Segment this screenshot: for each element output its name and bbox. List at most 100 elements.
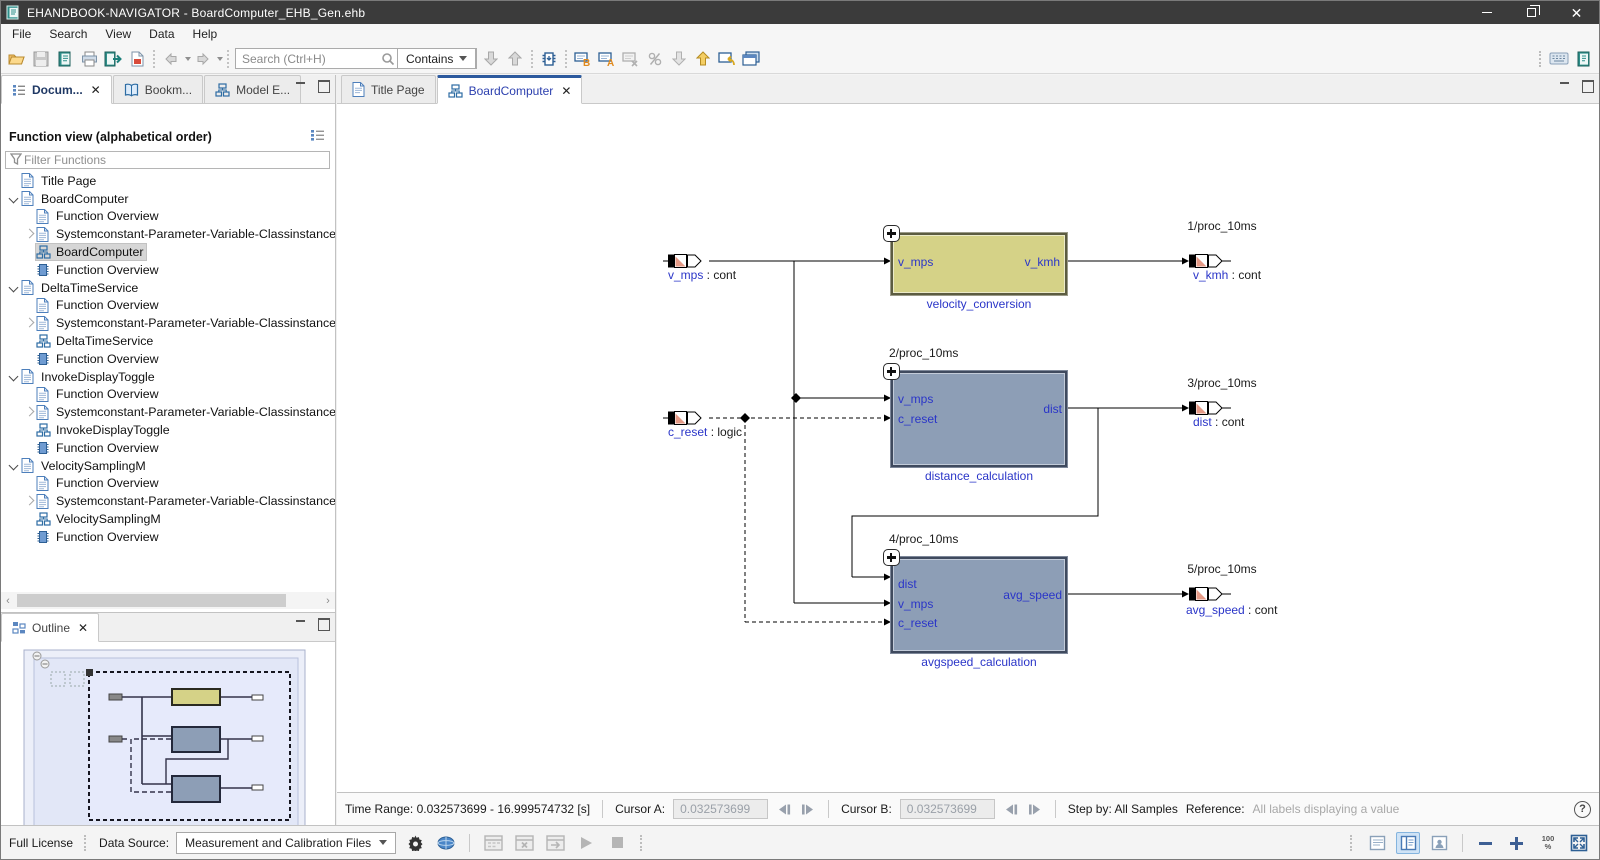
- display-labels-b-button[interactable]: B: [571, 47, 595, 71]
- close-icon[interactable]: ✕: [91, 83, 101, 97]
- menu-search[interactable]: Search: [40, 25, 96, 43]
- outline-minimize-button[interactable]: [295, 618, 307, 629]
- data-source-dropdown[interactable]: Measurement and Calibration Files: [176, 832, 396, 854]
- filter-functions-input[interactable]: [22, 152, 329, 168]
- tree-item[interactable]: InvokeDisplayToggle: [1, 421, 335, 439]
- tree-item[interactable]: DeltaTimeService: [1, 279, 335, 297]
- help-icon[interactable]: [1574, 801, 1591, 818]
- cursor-a-step-forward-button[interactable]: [800, 803, 816, 816]
- search-previous-button[interactable]: [503, 47, 527, 71]
- tree-item[interactable]: Systemconstant-Parameter-Variable-Classi…: [1, 492, 335, 510]
- export-pdf-button[interactable]: [125, 47, 149, 71]
- zoom-in-button[interactable]: [1505, 831, 1529, 855]
- tree-item[interactable]: BoardComputer: [1, 190, 335, 208]
- editor-minimize-button[interactable]: [1559, 80, 1571, 91]
- minimize-button[interactable]: [1464, 1, 1509, 24]
- cursor-a-step-back-button[interactable]: [776, 803, 792, 816]
- contains-dropdown[interactable]: Contains: [398, 48, 476, 69]
- tree-item[interactable]: Systemconstant-Parameter-Variable-Classi…: [1, 314, 335, 332]
- tab-model-explorer[interactable]: Model E...: [204, 75, 301, 103]
- tree-chevron-right-icon[interactable]: [22, 227, 36, 241]
- tree-item[interactable]: InvokeDisplayToggle: [1, 368, 335, 386]
- menu-data[interactable]: Data: [140, 25, 183, 43]
- close-windows-button[interactable]: [512, 831, 536, 855]
- hide-labels-button[interactable]: [619, 47, 643, 71]
- tree-item[interactable]: Systemconstant-Parameter-Variable-Classi…: [1, 225, 335, 243]
- menu-help[interactable]: Help: [184, 25, 227, 43]
- restore-button[interactable]: [1509, 1, 1554, 24]
- close-button[interactable]: ✕: [1554, 1, 1599, 24]
- help-book-button[interactable]: [1571, 47, 1595, 71]
- book-view-button[interactable]: [1396, 832, 1420, 854]
- scroll-right-icon[interactable]: ›: [321, 595, 335, 607]
- keyboard-shortcuts-button[interactable]: [1547, 47, 1571, 71]
- open-ebook-button[interactable]: [53, 47, 77, 71]
- tree-item[interactable]: Function Overview: [1, 350, 335, 368]
- tree-horizontal-scrollbar[interactable]: ‹ ›: [1, 592, 335, 609]
- tree-item[interactable]: Function Overview: [1, 439, 335, 457]
- outline-maximize-button[interactable]: [317, 618, 329, 629]
- configure-window-button[interactable]: [543, 831, 567, 855]
- tab-outline[interactable]: Outline ✕: [1, 613, 99, 642]
- block-avgspeed-calculation[interactable]: dist v_mps c_reset avg_speed: [891, 557, 1067, 653]
- sink-label-v-kmh[interactable]: v_kmh : cont: [1193, 268, 1261, 282]
- window-overview-button[interactable]: [739, 47, 763, 71]
- outline-minimap[interactable]: [1, 642, 335, 825]
- step-into-button[interactable]: [667, 47, 691, 71]
- diagram-canvas[interactable]: v_mps : cont c_reset : logic 1/proc_10ms…: [337, 104, 1599, 792]
- forward-button[interactable]: [191, 47, 215, 71]
- open-file-button[interactable]: [5, 47, 29, 71]
- sink-label-dist[interactable]: dist : cont: [1193, 415, 1244, 429]
- panel-minimize-button[interactable]: [295, 80, 307, 91]
- sink-label-avg-speed[interactable]: avg_speed : cont: [1186, 603, 1277, 617]
- print-button[interactable]: [77, 47, 101, 71]
- block-caption-distance-calculation[interactable]: distance_calculation: [891, 469, 1067, 483]
- source-label-v-mps[interactable]: v_mps : cont: [668, 268, 736, 282]
- block-velocity-conversion[interactable]: v_mps v_kmh: [891, 233, 1067, 295]
- single-page-view-button[interactable]: [1365, 832, 1389, 854]
- display-labels-a-button[interactable]: A: [595, 47, 619, 71]
- menu-view[interactable]: View: [96, 25, 140, 43]
- tree-chevron-right-icon[interactable]: [22, 494, 36, 508]
- scroll-left-icon[interactable]: ‹: [1, 595, 15, 607]
- settings-button[interactable]: [403, 831, 427, 855]
- start-visualization-button[interactable]: [574, 831, 598, 855]
- cursor-b-input[interactable]: [900, 799, 995, 819]
- tree-chevron-right-icon[interactable]: [22, 405, 36, 419]
- tree-chevron-down-icon[interactable]: [7, 192, 21, 206]
- tab-bookmarks[interactable]: Bookm...: [113, 75, 203, 103]
- tree-item[interactable]: Title Page: [1, 172, 335, 190]
- tree-item[interactable]: Function Overview: [1, 261, 335, 279]
- tree-item[interactable]: Systemconstant-Parameter-Variable-Classi…: [1, 403, 335, 421]
- menu-file[interactable]: File: [3, 25, 40, 43]
- fit-to-screen-button[interactable]: [1567, 831, 1591, 855]
- tree-chevron-down-icon[interactable]: [7, 370, 21, 384]
- cursor-a-input[interactable]: [673, 799, 768, 819]
- block-caption-avgspeed-calculation[interactable]: avgspeed_calculation: [891, 655, 1067, 669]
- tab-documents[interactable]: Docum... ✕: [1, 75, 112, 104]
- save-button[interactable]: [29, 47, 53, 71]
- block-caption-velocity-conversion[interactable]: velocity_conversion: [891, 297, 1067, 311]
- block-distance-calculation[interactable]: v_mps c_reset dist: [891, 371, 1067, 467]
- tree-item[interactable]: Function Overview: [1, 297, 335, 315]
- expand-block-button[interactable]: [883, 363, 900, 380]
- label-values-button[interactable]: [643, 47, 667, 71]
- measure-window-button[interactable]: [481, 831, 505, 855]
- tab-boardcomputer[interactable]: BoardComputer ✕: [437, 75, 583, 104]
- source-label-c-reset[interactable]: c_reset : logic: [668, 425, 742, 439]
- step-out-button[interactable]: [691, 47, 715, 71]
- expand-block-button[interactable]: [883, 225, 900, 242]
- zoom-out-button[interactable]: [1474, 831, 1498, 855]
- scrollbar-thumb[interactable]: [17, 594, 286, 607]
- tree-item[interactable]: VelocitySamplingM: [1, 510, 335, 528]
- tree-chevron-down-icon[interactable]: [7, 281, 21, 295]
- search-icon[interactable]: [378, 49, 398, 68]
- tree-chevron-down-icon[interactable]: [7, 459, 21, 473]
- data-source-sphere-button[interactable]: [434, 831, 458, 855]
- view-menu-icon[interactable]: [310, 129, 325, 145]
- tree-item[interactable]: VelocitySamplingM: [1, 457, 335, 475]
- function-navigation-button[interactable]: [537, 47, 561, 71]
- export-ebook-button[interactable]: [101, 47, 125, 71]
- goto-parent-button[interactable]: [715, 47, 739, 71]
- tree-item[interactable]: Function Overview: [1, 528, 335, 546]
